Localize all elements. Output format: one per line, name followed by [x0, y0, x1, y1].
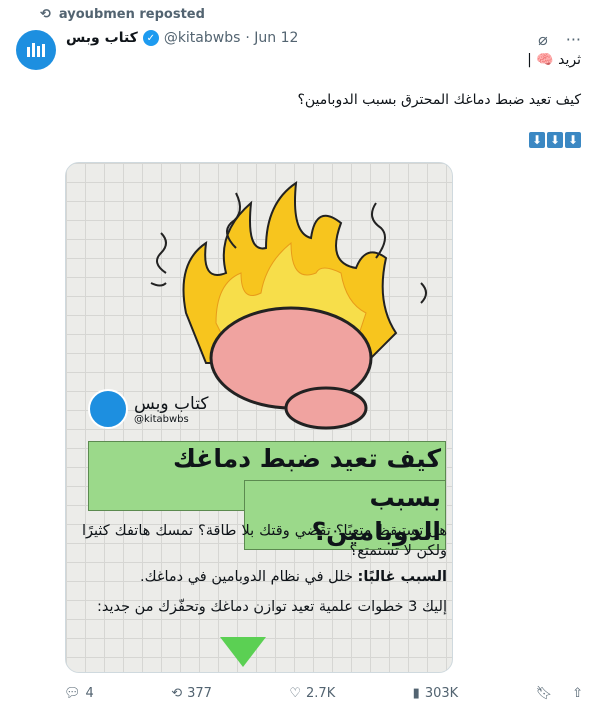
- cause-paragraph: السبب غالبًا: خلل في نظام الدوبامين في د…: [82, 567, 447, 587]
- reply-button[interactable]: 💬︎ 4: [64, 686, 94, 701]
- brand-name: كتاب وبس: [134, 393, 209, 414]
- views-button[interactable]: ▮ 303K: [413, 686, 459, 701]
- grok-icon[interactable]: ⌀: [538, 30, 548, 49]
- down-arrow-icon: ⬇: [529, 132, 545, 148]
- brand-logo: [88, 389, 128, 429]
- down-triangle-icon: [220, 637, 266, 667]
- tweet-text: كيف تعيد ضبط دماغك المحترق بسبب الدوبامي…: [297, 92, 581, 108]
- post-date[interactable]: · Jun 12: [245, 30, 298, 46]
- down-arrow-icon: ⬇: [547, 132, 563, 148]
- cause-text: خلل في نظام الدوبامين في دماغك.: [140, 569, 358, 585]
- brand-handle: @kitabwbs: [134, 413, 189, 425]
- brand-badge: كتاب وبس @kitabwbs: [88, 389, 208, 429]
- repost-button[interactable]: ⟲ 377: [171, 686, 212, 701]
- arrow-emojis: ⬇ ⬇ ⬇: [529, 132, 581, 148]
- down-arrow-icon: ⬇: [565, 132, 581, 148]
- thread-label: ثريد 🧠 |: [527, 52, 581, 68]
- intro-paragraph: هل تستيقظ متعبًا؟ تقضي وقتك بلا طاقة؟ تم…: [82, 523, 447, 559]
- avatar[interactable]: [16, 30, 56, 70]
- verified-icon: ✓: [142, 30, 159, 46]
- author-name[interactable]: كتاب وبس: [66, 30, 138, 46]
- heart-icon: ♡: [289, 686, 302, 701]
- post-image[interactable]: كتاب وبس@kitabwbs كيف تعيد ضبط دماغك الم…: [65, 162, 453, 673]
- author-handle[interactable]: @kitabwbs: [164, 30, 241, 46]
- bookmark-icon[interactable]: 🔖︎: [536, 686, 553, 701]
- action-bar: 💬︎ 4 ⟲ 377 ♡ 2.7K ▮ 303K 🔖︎ ⇧: [64, 686, 583, 701]
- cause-label: السبب غالبًا:: [357, 569, 447, 585]
- logo-icon: [27, 43, 45, 57]
- views-icon: ▮: [412, 686, 420, 701]
- like-button[interactable]: ♡ 2.7K: [289, 686, 335, 701]
- repost-indicator[interactable]: ⟲ ayoubmen reposted: [40, 7, 205, 22]
- more-icon[interactable]: ···: [566, 30, 581, 49]
- reply-icon: 💬︎: [64, 686, 81, 701]
- share-icon[interactable]: ⇧: [572, 686, 583, 701]
- repost-icon: ⟲: [40, 7, 51, 22]
- repost-icon: ⟲: [171, 686, 183, 701]
- steps-paragraph: إليك 3 خطوات علمية تعيد توازن دماغك وتحف…: [96, 599, 447, 615]
